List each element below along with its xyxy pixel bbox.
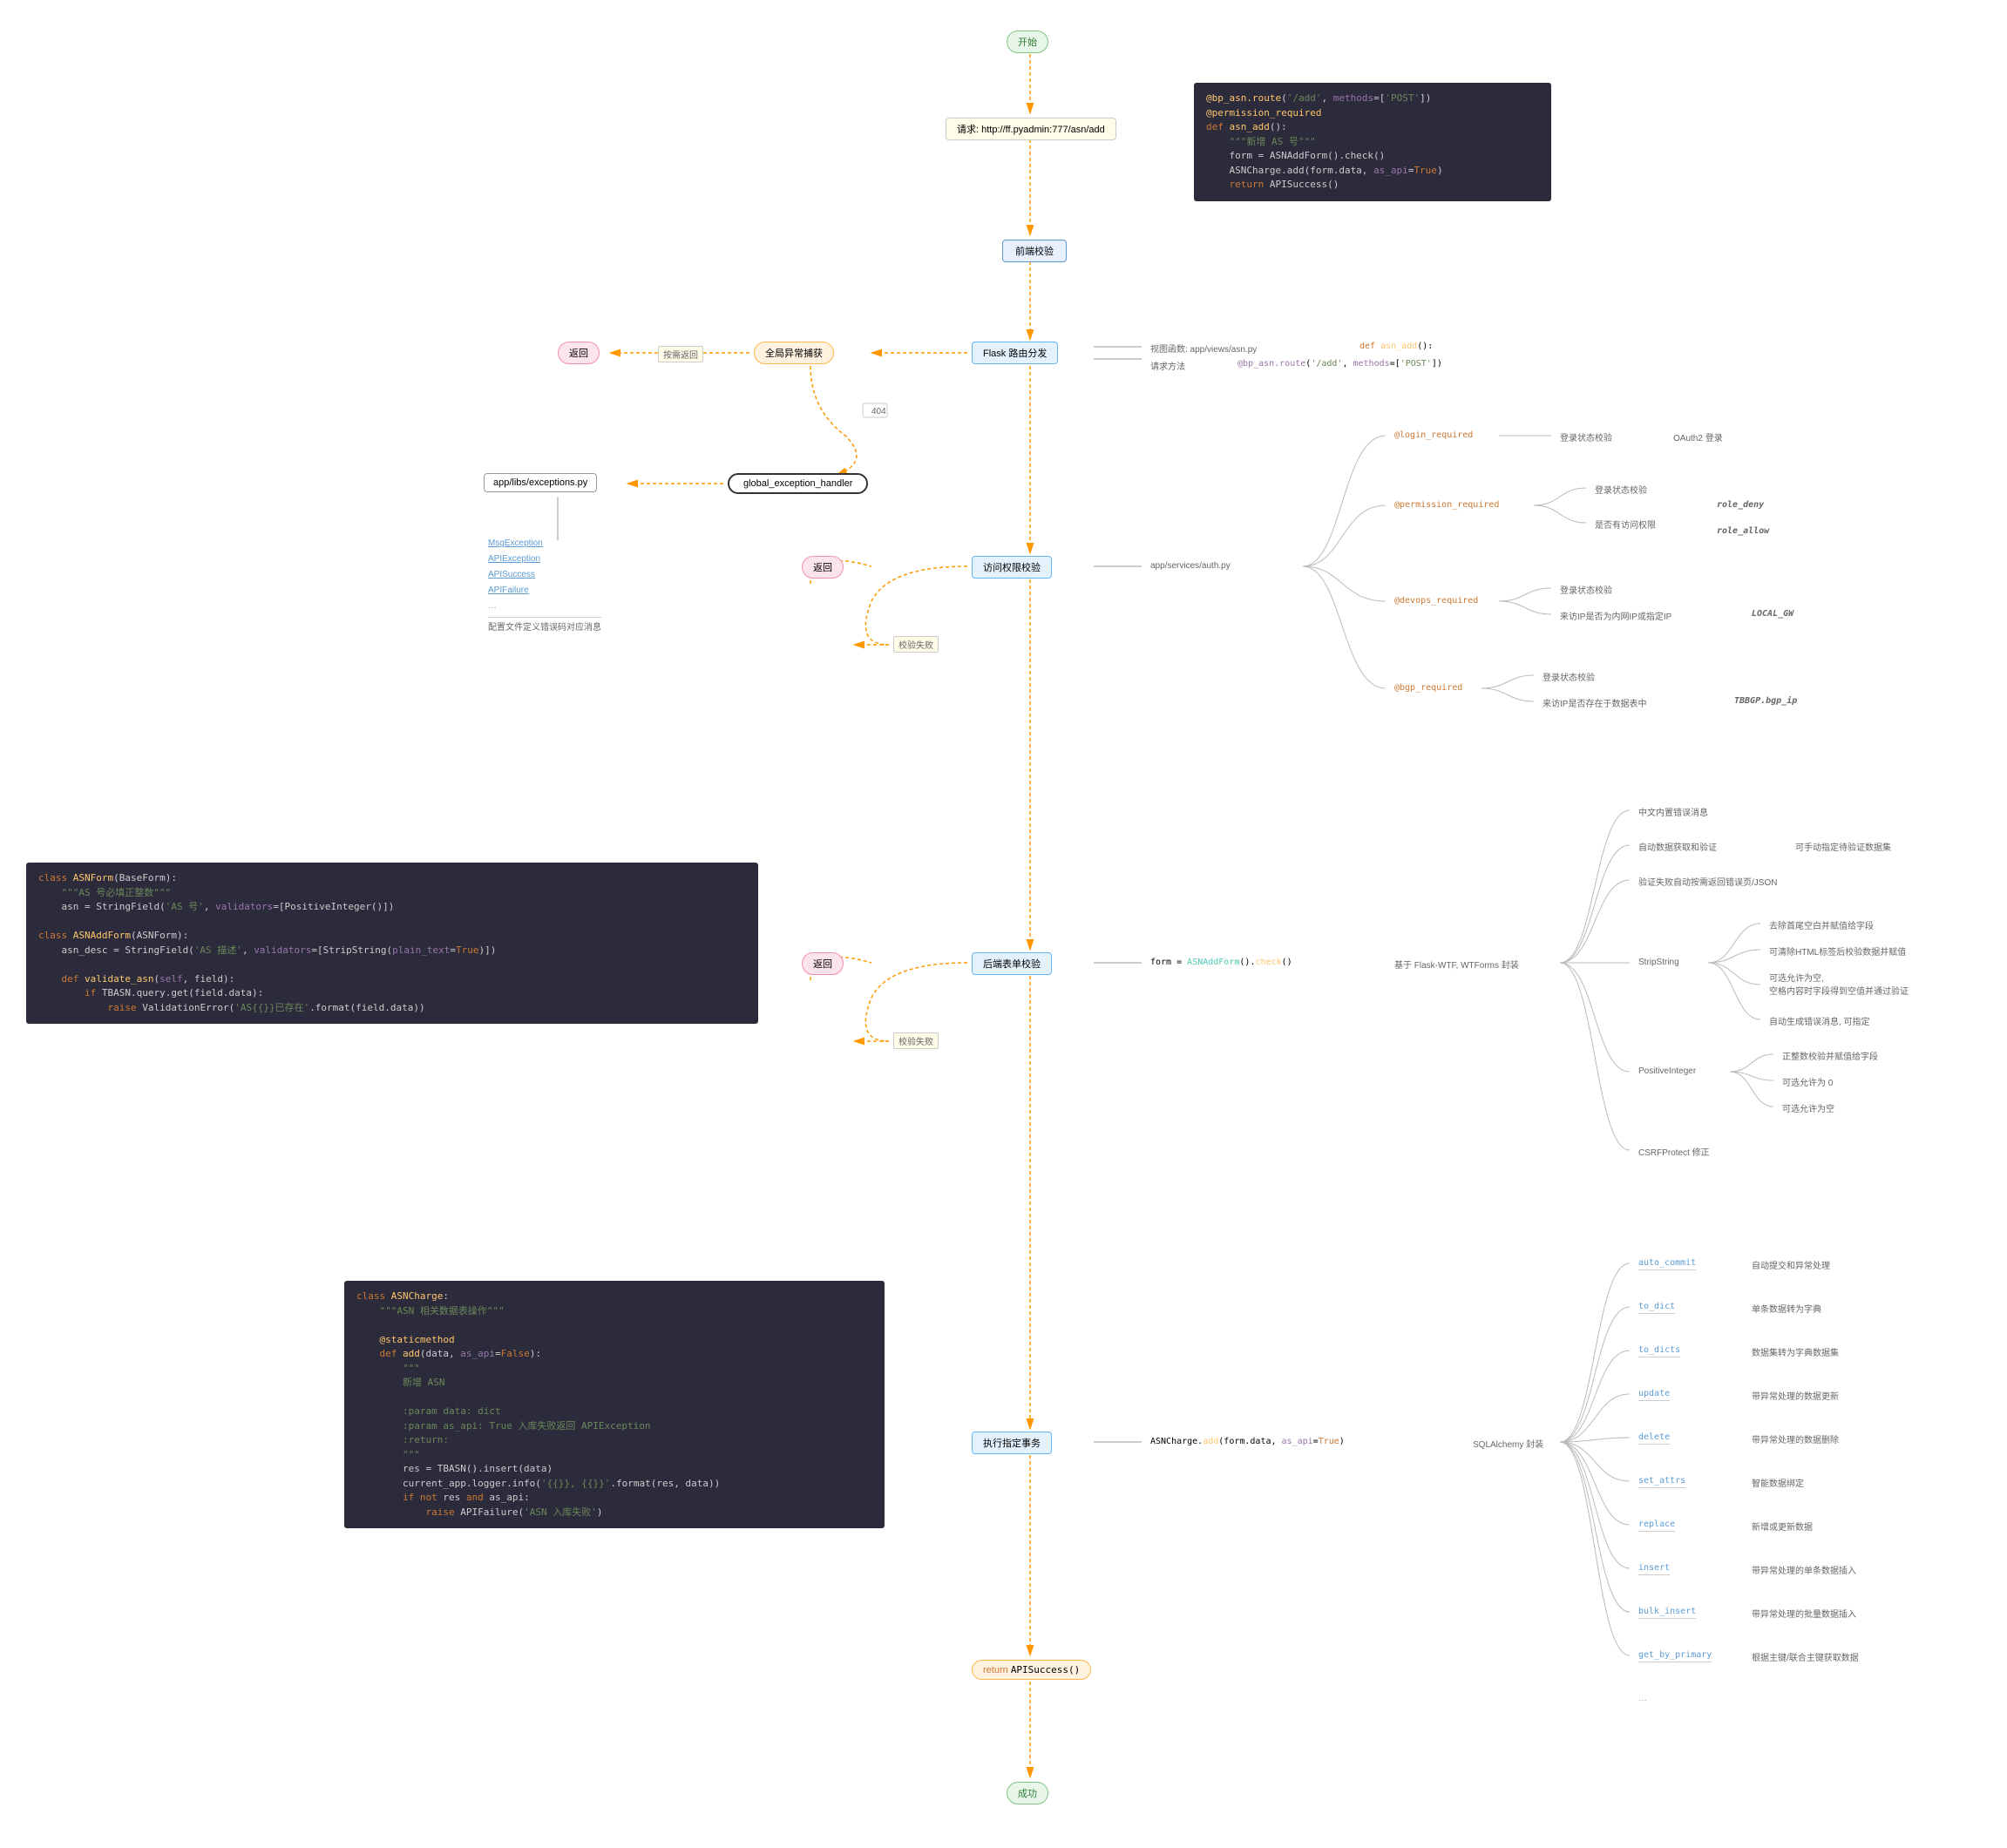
devops-check1: 登录状态校验	[1560, 583, 1612, 596]
login-check1: 登录状态校验	[1560, 430, 1612, 443]
sq-set_attrs: set_attrs	[1638, 1476, 1685, 1488]
sq-insert-desc: 带异常处理的单条数据插入	[1752, 1563, 1856, 1576]
api-exception-link[interactable]: APIException	[488, 552, 601, 567]
sq-replace-desc: 新增或更新数据	[1752, 1520, 1813, 1533]
return2-node: 返回	[802, 556, 844, 579]
global-handler-node: global_exception_handler	[728, 473, 868, 494]
code-block-3: class ASNCharge: """ASN 相关数据表操作""" @stat…	[344, 1281, 885, 1528]
svg-text:404: 404	[871, 407, 886, 416]
strip1: 去除首尾空白并赋值给字段	[1769, 918, 1874, 931]
login-check2: OAuth2 登录	[1673, 430, 1723, 443]
code-block-1: @bp_asn.route('/add', methods=['POST']) …	[1194, 83, 1551, 201]
role-deny: role_deny	[1717, 500, 1764, 510]
api-failure-link[interactable]: APIFailure	[488, 583, 601, 599]
bgp-deco: @bgp_required	[1394, 683, 1462, 693]
posint2: 可选允许为 0	[1782, 1075, 1833, 1088]
return1-node: 返回	[558, 342, 600, 364]
global-exception-node: 全局异常捕获	[754, 342, 834, 364]
sq-to_dicts-desc: 数据集转为字典数据集	[1752, 1345, 1839, 1358]
wtf-csrf: CSRFProtect 修正	[1638, 1145, 1710, 1158]
return3-node: 返回	[802, 952, 844, 975]
strip3: 可选允许为空, 空格内容时字段得到空值并通过验证	[1769, 971, 1909, 997]
backend-form-node: 后端表单校验	[972, 952, 1052, 975]
bgp-check2: 来访IP是否存在于数据表中	[1543, 696, 1646, 709]
role-allow: role_allow	[1717, 526, 1769, 536]
auth-file: app/services/auth.py	[1150, 561, 1231, 571]
return-label1: 按需返回	[658, 346, 703, 362]
check-fail2: 校验失败	[893, 1032, 939, 1049]
local-gw: LOCAL_GW	[1752, 609, 1793, 619]
sq-delete: delete	[1638, 1432, 1670, 1445]
perm-check1: 登录状态校验	[1595, 483, 1647, 496]
wtf-auto-extra: 可手动指定待验证数据集	[1795, 840, 1891, 853]
access-check-node: 访问权限校验	[972, 556, 1052, 579]
sq-to_dicts: to_dicts	[1638, 1345, 1680, 1357]
view-func-label: 视图函数: app/views/asn.py	[1150, 342, 1257, 355]
frontend-check-node: 前端校验	[1002, 240, 1067, 262]
strip2: 可清除HTML标签后校验数据并赋值	[1769, 944, 1906, 958]
exec-task-node: 执行指定事务	[972, 1432, 1052, 1454]
sq-set_attrs-desc: 智能数据绑定	[1752, 1476, 1804, 1489]
success-node: 成功	[1007, 1782, 1048, 1804]
sq-auto_commit-desc: 自动提交和异常处理	[1752, 1258, 1830, 1271]
sq-insert: insert	[1638, 1563, 1670, 1575]
sq-update-desc: 带异常处理的数据更新	[1752, 1389, 1839, 1402]
devops-deco: @devops_required	[1394, 596, 1478, 606]
form-code: form = ASNAddForm().check()	[1150, 958, 1292, 967]
sq-replace: replace	[1638, 1520, 1675, 1532]
wtf-item2: 自动数据获取和验证	[1638, 840, 1717, 853]
charge-code: ASNCharge.add(form.data, as_api=True)	[1150, 1437, 1345, 1446]
exceptions-file-node: app/libs/exceptions.py	[484, 473, 597, 492]
req-method-label: 请求方法	[1150, 359, 1185, 372]
tbbgp: TBBGP.bgp_ip	[1734, 696, 1797, 706]
def-asn-add: def asn_add():	[1359, 342, 1433, 351]
strip4: 自动生成错误消息, 可指定	[1769, 1014, 1870, 1027]
sq-to_dict: to_dict	[1638, 1302, 1675, 1314]
start-node: 开始	[1007, 30, 1048, 53]
wtf-item1: 中文内置错误消息	[1638, 805, 1708, 818]
sq-bulk_insert-desc: 带异常处理的批量数据插入	[1752, 1607, 1856, 1620]
posint1: 正整数校验并赋值给字段	[1782, 1049, 1878, 1062]
code-block-2: class ASNForm(BaseForm): """AS 号必填正整数"""…	[26, 863, 758, 1024]
login-required-deco: @login_required	[1394, 430, 1473, 440]
check-fail1: 校验失败	[893, 636, 939, 653]
sq-get_by_primary-desc: 根据主键/联合主键获取数据	[1752, 1650, 1859, 1663]
msg-exception-link[interactable]: MsgException	[488, 536, 601, 552]
wtf-strip: StripString	[1638, 958, 1679, 967]
sq-auto_commit: auto_commit	[1638, 1258, 1696, 1270]
sqlalchemy-label: SQLAlchemy 封装	[1473, 1437, 1543, 1450]
sq-to_dict-desc: 单条数据转为字典	[1752, 1302, 1821, 1315]
sq-update: update	[1638, 1389, 1670, 1401]
exceptions-desc: 配置文件定义错误码对应消息	[488, 617, 601, 636]
devops-check2: 来访IP是否为内网IP或指定IP	[1560, 609, 1671, 622]
posint3: 可选允许为空	[1782, 1101, 1834, 1114]
route-code: @bp_asn.route('/add', methods=['POST'])	[1237, 359, 1442, 369]
form-desc: 基于 Flask-WTF, WTForms 封装	[1394, 958, 1519, 971]
perm-check2: 是否有访问权限	[1595, 518, 1656, 531]
sq-get_by_primary: get_by_primary	[1638, 1650, 1712, 1662]
exceptions-dots: …	[488, 599, 601, 614]
sq-delete-desc: 带异常处理的数据删除	[1752, 1432, 1839, 1445]
sq-bulk_insert: bulk_insert	[1638, 1607, 1696, 1619]
api-success-link[interactable]: APISuccess	[488, 567, 601, 583]
bgp-check1: 登录状态校验	[1543, 670, 1595, 683]
permission-deco: @permission_required	[1394, 500, 1499, 510]
wtf-posint: PositiveInteger	[1638, 1066, 1696, 1076]
flask-route-node: Flask 路由分发	[972, 342, 1058, 364]
request-label: 请求: http://ff.pyadmin:777/asn/add	[946, 118, 1116, 140]
return-success-node: return APISuccess()	[972, 1660, 1091, 1680]
wtf-item3: 验证失败自动按需返回错误页/JSON	[1638, 875, 1777, 888]
